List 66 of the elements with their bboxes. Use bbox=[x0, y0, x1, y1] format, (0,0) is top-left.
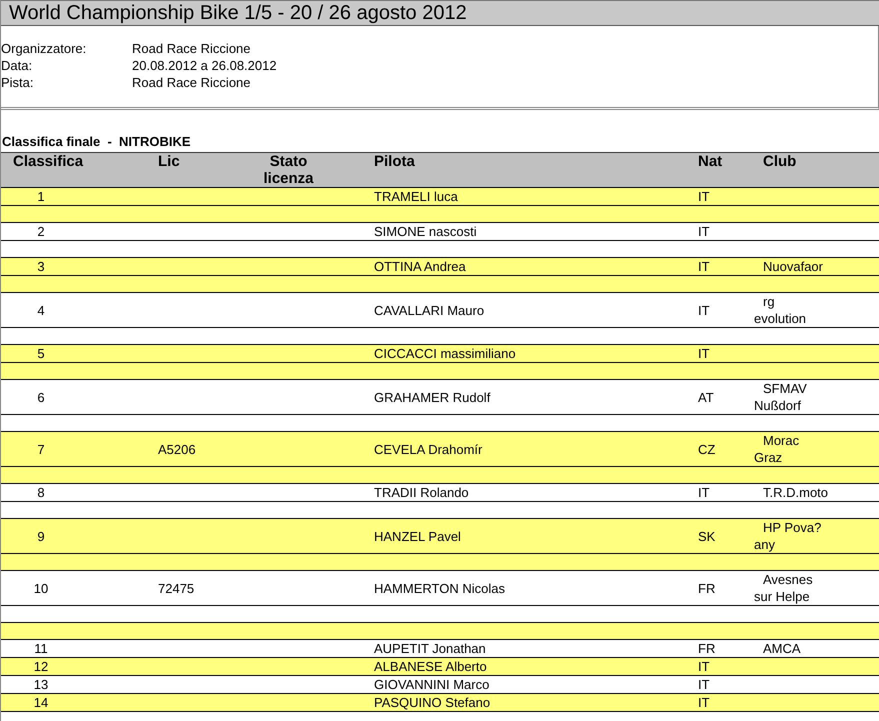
table-cell-text: Morac Graz bbox=[754, 432, 800, 466]
info-label: Data: bbox=[1, 57, 34, 74]
table-cell: IT bbox=[698, 695, 710, 710]
table-cell: 12 bbox=[34, 659, 48, 674]
table-cell: IT bbox=[698, 677, 710, 692]
info-value: 20.08.2012 a 26.08.2012 bbox=[132, 57, 277, 74]
table-cell: IT bbox=[698, 189, 710, 204]
table-cell: FR bbox=[698, 580, 716, 596]
table-cell-text: rg evolution bbox=[754, 293, 808, 327]
table-cell: 7 bbox=[37, 442, 45, 456]
table-cell: IT bbox=[698, 346, 710, 361]
table-cell: TRAMELI luca bbox=[374, 189, 458, 204]
table-cell: 4 bbox=[37, 302, 45, 318]
column-header: Nat bbox=[698, 153, 724, 172]
info-value: Road Race Riccione bbox=[132, 40, 251, 57]
table-cell: 3 bbox=[37, 259, 45, 274]
table-cell: 2 bbox=[37, 224, 45, 239]
table-cell: 11 bbox=[34, 641, 48, 656]
table-cell: 72475 bbox=[158, 580, 194, 596]
table-cell: ALBANESE Alberto bbox=[374, 659, 487, 674]
table-cell: 5 bbox=[37, 346, 45, 361]
table-cell: HANZEL Pavel bbox=[374, 528, 461, 544]
table-cell: AT bbox=[698, 390, 714, 404]
info-label: Pista: bbox=[1, 74, 35, 91]
table-cell: 10 bbox=[34, 580, 48, 596]
table-cell-text: HP Pova? any bbox=[754, 519, 822, 553]
column-header: Stato licenza bbox=[262, 153, 315, 187]
table-cell: GIOVANNINI Marco bbox=[374, 677, 490, 692]
table-cell: 6 bbox=[37, 390, 45, 404]
table-cell: HAMMERTON Nicolas bbox=[374, 580, 505, 596]
info-value: Road Race Riccione bbox=[132, 74, 251, 91]
table-cell-text: Nuovafaor bbox=[762, 258, 824, 275]
column-header: Club bbox=[762, 153, 798, 172]
table-cell: 14 bbox=[34, 695, 48, 710]
table-cell: A5206 bbox=[158, 442, 196, 456]
column-header: Lic bbox=[157, 153, 181, 172]
table-cell: GRAHAMER Rudolf bbox=[374, 390, 490, 404]
table-cell: CZ bbox=[698, 442, 716, 456]
table-cell: CEVELA Drahomír bbox=[374, 442, 482, 456]
table-cell: TRADII Rolando bbox=[374, 485, 469, 500]
column-header: Classifica bbox=[12, 153, 81, 172]
table-cell: CICCACCI massimiliano bbox=[374, 346, 516, 361]
table-cell: IT bbox=[698, 224, 710, 239]
table-cell: 8 bbox=[37, 485, 45, 500]
table-cell: SK bbox=[698, 528, 716, 544]
table-cell: IT bbox=[698, 259, 710, 274]
table-cell: IT bbox=[698, 302, 710, 318]
info-label: Organizzatore: bbox=[1, 40, 88, 57]
table-cell-text: T.R.D.moto bbox=[762, 484, 830, 501]
table-cell: CAVALLARI Mauro bbox=[374, 302, 484, 318]
table-cell: FR bbox=[698, 641, 716, 656]
table-cell-text: SFMAV Nußdorf bbox=[754, 380, 808, 414]
section-title: Classifica finale - NITROBIKE bbox=[1, 133, 192, 151]
report-title: World Championship Bike 1/5 - 20 / 26 agosto 2012 bbox=[1, 0, 879, 26]
table-cell: 1 bbox=[37, 189, 45, 204]
table-cell: 9 bbox=[37, 528, 45, 544]
table-cell-text: AMCA bbox=[762, 640, 802, 657]
table-cell: OTTINA Andrea bbox=[374, 259, 466, 274]
table-cell: 13 bbox=[34, 677, 48, 692]
table-cell: SIMONE nascosti bbox=[374, 224, 477, 239]
table-cell-text: Avesnes sur Helpe bbox=[754, 571, 814, 605]
column-header: Pilota bbox=[374, 153, 416, 172]
table-cell: AUPETIT Jonathan bbox=[374, 641, 486, 656]
table-cell: IT bbox=[698, 485, 710, 500]
table-cell: PASQUINO Stefano bbox=[374, 695, 490, 710]
table-cell: IT bbox=[698, 659, 710, 674]
